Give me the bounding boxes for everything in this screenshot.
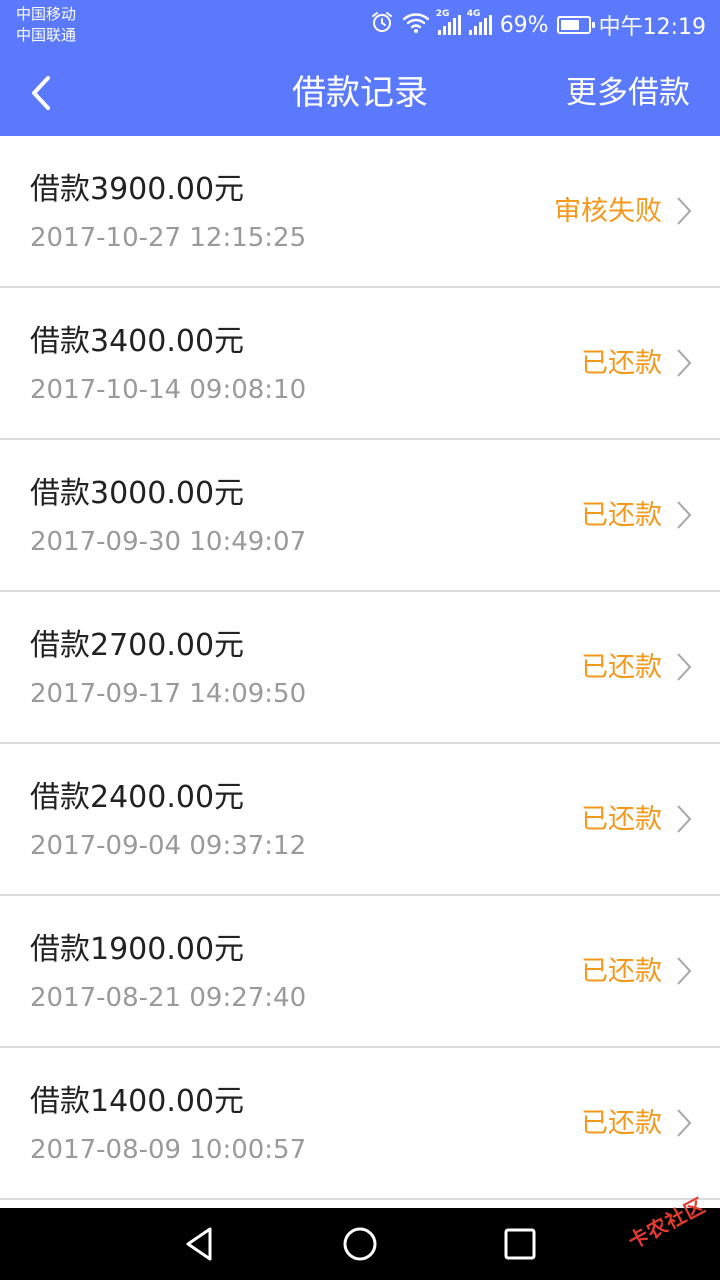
battery-percent: 69% [499,12,549,38]
battery-fill [560,20,579,30]
loan-record-item[interactable]: 借款3000.00元 2017-09-30 10:49:07 已还款 [0,440,720,592]
loan-amount: 借款2400.00元 [30,780,245,815]
loan-date: 2017-09-30 10:49:07 [30,527,307,557]
loan-status: 已还款 [581,348,662,379]
clock: 中午12:19 [598,15,706,40]
carrier-info: 中国移动 中国联通 [16,4,76,46]
circle-home-icon [343,1227,377,1261]
loan-amount: 借款3000.00元 [30,476,245,511]
carrier-2: 中国联通 [16,26,77,44]
loan-record-item[interactable]: 借款1900.00元 2017-08-21 09:27:40 已还款 [0,896,720,1048]
loan-date: 2017-08-09 10:00:57 [30,1135,307,1165]
app-header: 中国移动 中国联通 2G 4G 69% 中午12:19 借款记录 更多借款 [0,0,720,136]
status-icons: 2G 4G 69% 中午12:19 [370,8,706,42]
network-type-1: 2G [435,9,450,19]
loan-status: 已还款 [581,804,662,835]
loan-date: 2017-09-17 14:09:50 [30,679,307,709]
nav-recents-button[interactable] [500,1224,540,1264]
chevron-right-icon [677,197,692,225]
signal-sim2: 4G [467,9,492,35]
loan-record-item[interactable]: 借款2700.00元 2017-09-17 14:09:50 已还款 [0,592,720,744]
more-loans-button[interactable]: 更多借款 [566,50,690,136]
chevron-left-icon [32,76,50,110]
chevron-right-icon [677,501,692,529]
status-bar: 中国移动 中国联通 2G 4G 69% 中午12:19 [0,0,720,50]
loan-status: 已还款 [581,1108,662,1139]
loan-record-item[interactable]: 借款3900.00元 2017-10-27 12:15:25 审核失败 [0,136,720,288]
loan-date: 2017-10-27 12:15:25 [30,223,307,253]
loan-record-item[interactable]: 借款3400.00元 2017-10-14 09:08:10 已还款 [0,288,720,440]
back-button[interactable] [22,70,66,116]
loan-record-item[interactable]: 借款1400.00元 2017-08-09 10:00:57 已还款 [0,1048,720,1200]
loan-amount: 借款1900.00元 [30,932,245,967]
chevron-right-icon [677,957,692,985]
loan-status: 已还款 [581,652,662,683]
loan-date: 2017-09-04 09:37:12 [30,831,307,861]
wifi-icon [402,10,430,40]
loan-date: 2017-08-21 09:27:40 [30,983,307,1013]
square-recents-icon [504,1228,536,1260]
chevron-right-icon [677,349,692,377]
loan-record-item[interactable]: 借款2400.00元 2017-09-04 09:37:12 已还款 [0,744,720,896]
chevron-right-icon [677,1109,692,1137]
carrier-1: 中国移动 [16,5,77,23]
chevron-right-icon [677,653,692,681]
nav-back-button[interactable] [180,1224,220,1264]
loan-amount: 借款2700.00元 [30,628,245,663]
loan-status: 审核失败 [554,196,662,227]
battery-icon [556,16,595,34]
network-type-2: 4G [466,9,481,19]
navigation-bar: 借款记录 更多借款 [0,50,720,136]
loan-amount: 借款3900.00元 [30,172,245,207]
loan-amount: 借款3400.00元 [30,324,245,359]
loan-status: 已还款 [581,500,662,531]
signal-sim1: 2G [436,9,461,35]
alarm-icon [370,10,394,40]
system-navigation-bar [0,1208,720,1280]
loan-amount: 借款1400.00元 [30,1084,245,1119]
triangle-back-icon [186,1227,212,1261]
loan-record-list: 借款3900.00元 2017-10-27 12:15:25 审核失败 借款34… [0,136,720,1200]
loan-status: 已还款 [581,956,662,987]
loan-date: 2017-10-14 09:08:10 [30,375,307,405]
chevron-right-icon [677,805,692,833]
nav-home-button[interactable] [340,1224,380,1264]
